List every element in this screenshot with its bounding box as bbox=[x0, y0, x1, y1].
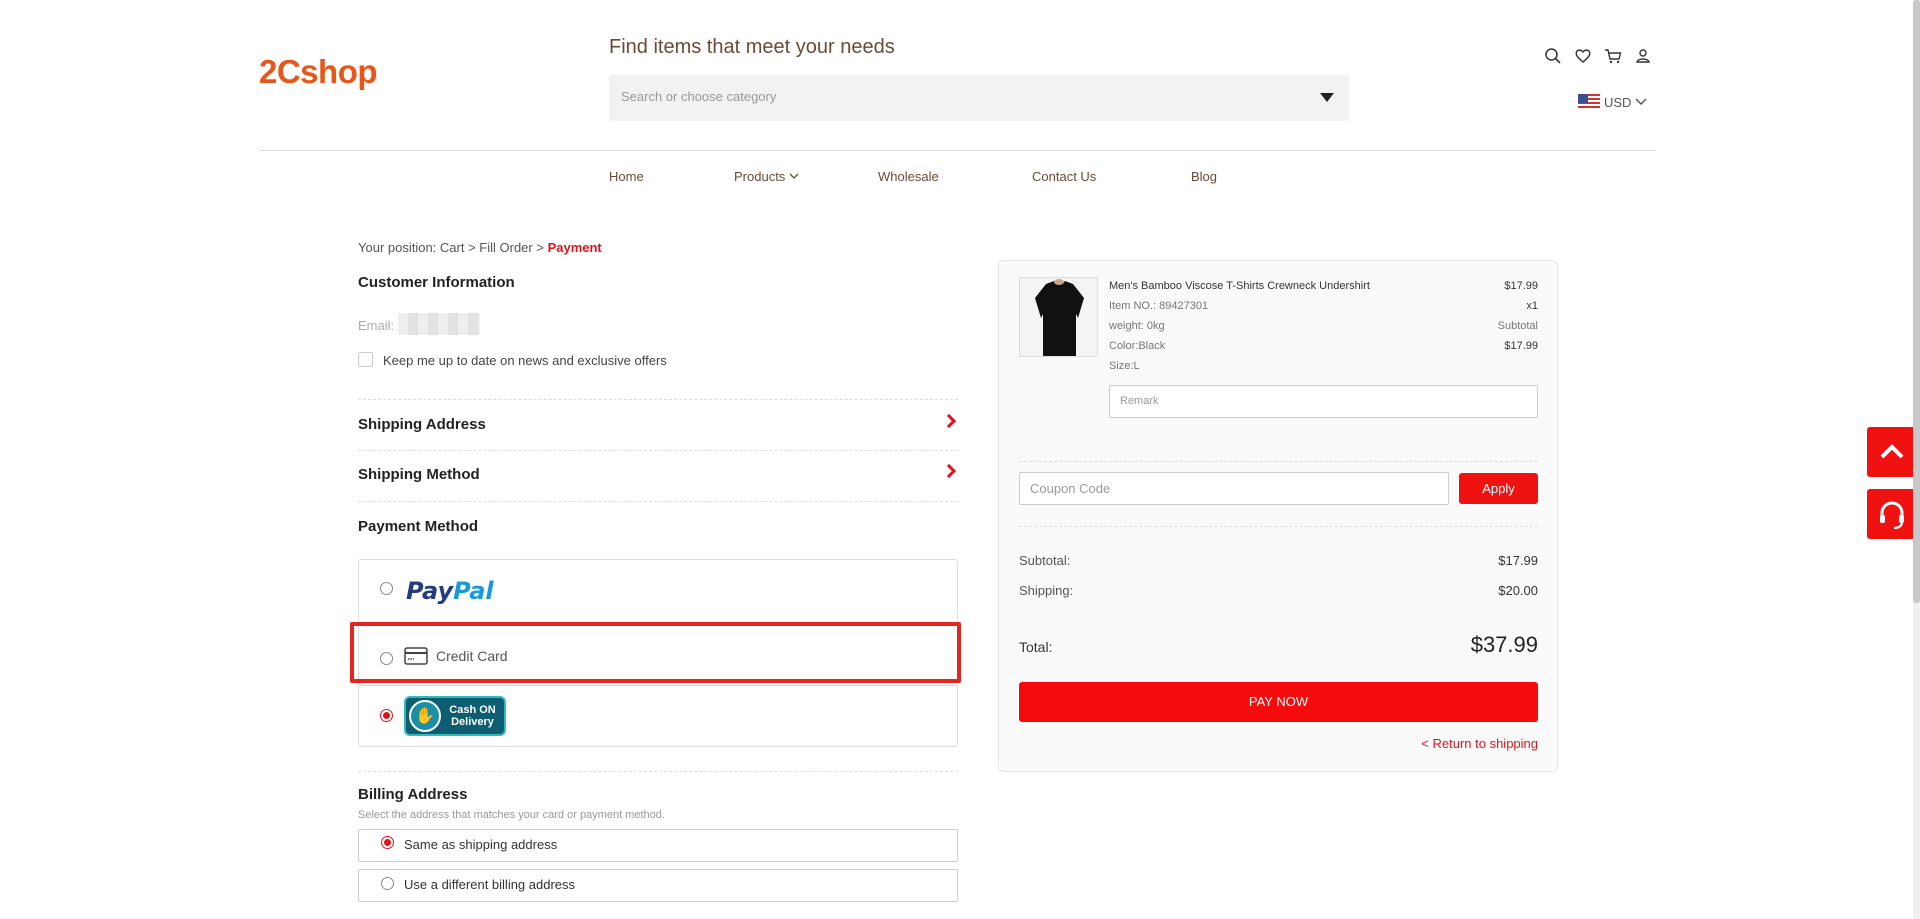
email-value-redacted bbox=[398, 313, 480, 335]
nav-products-label: Products bbox=[734, 169, 786, 184]
header-icons bbox=[1544, 47, 1652, 65]
divider bbox=[358, 771, 958, 772]
billing-same-label: Same as shipping address bbox=[404, 837, 558, 852]
chevron-up-icon bbox=[1880, 444, 1904, 459]
billing-address-subtitle: Select the address that matches your car… bbox=[358, 809, 665, 821]
tshirt-icon bbox=[1020, 278, 1097, 356]
product-subtotal-label: Subtotal bbox=[1497, 320, 1538, 332]
nav-blog[interactable]: Blog bbox=[1191, 169, 1217, 184]
summary-shipping-value: $20.00 bbox=[1498, 583, 1538, 598]
cash-on-delivery-logo[interactable]: ✋ Cash ON Delivery bbox=[404, 696, 506, 736]
headset-icon bbox=[1880, 501, 1904, 529]
product-name[interactable]: Men's Bamboo Viscose T-Shirts Crewneck U… bbox=[1109, 280, 1370, 292]
product-qty: x1 bbox=[1526, 300, 1538, 312]
paypal-radio[interactable] bbox=[380, 582, 393, 595]
newsletter-checkbox[interactable] bbox=[358, 352, 373, 367]
coupon-placeholder: Coupon Code bbox=[1030, 481, 1111, 496]
currency-label: USD bbox=[1604, 94, 1632, 110]
paypal-logo-text-b: Pal bbox=[453, 577, 494, 605]
billing-same-radio[interactable] bbox=[381, 836, 394, 849]
chevron-right-icon bbox=[941, 463, 957, 479]
cod-radio[interactable] bbox=[380, 709, 393, 722]
shipping-address-title: Shipping Address bbox=[358, 416, 486, 433]
return-to-shipping-link[interactable]: < Return to shipping bbox=[1421, 736, 1538, 751]
customer-info-title: Customer Information bbox=[358, 274, 515, 291]
nav-home[interactable]: Home bbox=[609, 169, 644, 184]
product-price: $17.99 bbox=[1504, 280, 1538, 292]
billing-different-option[interactable]: Use a different billing address bbox=[358, 869, 958, 902]
product-size: Size:L bbox=[1109, 360, 1140, 372]
divider bbox=[358, 501, 958, 502]
scrollbar[interactable] bbox=[1913, 0, 1920, 919]
breadcrumb: Your position: Cart > Fill Order > Payme… bbox=[358, 240, 602, 255]
billing-address-title: Billing Address bbox=[358, 786, 468, 803]
billing-different-label: Use a different billing address bbox=[404, 877, 576, 892]
checkout-page: 2Cshop Find items that meet your needs S… bbox=[0, 0, 1920, 919]
search-input[interactable]: Search or choose category bbox=[609, 75, 1349, 121]
total-value: $37.99 bbox=[1470, 632, 1538, 657]
breadcrumb-current: Payment bbox=[547, 240, 602, 255]
coupon-input[interactable]: Coupon Code bbox=[1019, 472, 1449, 505]
search-placeholder: Search or choose category bbox=[621, 89, 777, 104]
header-tagline: Find items that meet your needs bbox=[609, 36, 895, 58]
cod-text: Cash ON Delivery bbox=[441, 704, 504, 728]
category-dropdown-icon[interactable] bbox=[1320, 93, 1334, 102]
product-subtotal-value: $17.99 bbox=[1504, 340, 1538, 352]
product-item-no: Item NO.: 89427301 bbox=[1109, 300, 1209, 312]
scroll-to-top-button[interactable] bbox=[1867, 427, 1917, 477]
us-flag-icon bbox=[1578, 94, 1600, 110]
cart-icon[interactable] bbox=[1604, 47, 1622, 65]
chevron-down-icon bbox=[1635, 98, 1647, 105]
payment-method-title: Payment Method bbox=[358, 518, 479, 535]
product-thumbnail[interactable] bbox=[1019, 277, 1098, 357]
shipping-method-title: Shipping Method bbox=[358, 466, 480, 483]
nav-contact-us[interactable]: Contact Us bbox=[1032, 169, 1096, 184]
remark-input[interactable]: Remark bbox=[1109, 385, 1538, 418]
paypal-logo[interactable]: PayPal bbox=[406, 577, 494, 605]
email-label: Email: bbox=[358, 318, 395, 333]
shipping-address-row[interactable]: Shipping Address bbox=[358, 400, 958, 450]
divider bbox=[1019, 461, 1538, 462]
search-icon[interactable] bbox=[1544, 47, 1562, 65]
billing-different-radio[interactable] bbox=[381, 877, 394, 890]
nav-products[interactable]: Products bbox=[734, 169, 799, 184]
nav-wholesale[interactable]: Wholesale bbox=[878, 169, 939, 184]
product-weight: weight: 0kg bbox=[1109, 320, 1165, 332]
cod-line2: Delivery bbox=[451, 716, 494, 728]
remark-placeholder: Remark bbox=[1120, 395, 1159, 407]
summary-shipping-label: Shipping: bbox=[1019, 583, 1074, 598]
total-label: Total: bbox=[1019, 639, 1053, 655]
cod-line1: Cash ON bbox=[449, 704, 496, 716]
currency-selector[interactable]: USD bbox=[1578, 94, 1647, 110]
chevron-right-icon bbox=[941, 413, 957, 429]
heart-icon[interactable] bbox=[1574, 47, 1592, 65]
breadcrumb-path[interactable]: Your position: Cart > Fill Order > bbox=[358, 240, 548, 255]
cash-hand-icon: ✋ bbox=[409, 700, 441, 732]
shipping-method-row[interactable]: Shipping Method bbox=[358, 450, 958, 500]
customer-support-button[interactable] bbox=[1867, 489, 1917, 539]
site-logo[interactable]: 2Cshop bbox=[259, 53, 378, 91]
header-divider bbox=[259, 150, 1656, 151]
highlight-box bbox=[350, 622, 961, 683]
pay-now-button[interactable]: PAY NOW bbox=[1019, 682, 1538, 722]
divider bbox=[1019, 526, 1538, 527]
chevron-down-icon bbox=[789, 173, 799, 179]
billing-same-option[interactable]: Same as shipping address bbox=[358, 829, 958, 862]
newsletter-label[interactable]: Keep me up to date on news and exclusive… bbox=[383, 353, 667, 368]
product-color: Color:Black bbox=[1109, 340, 1166, 352]
summary-subtotal-value: $17.99 bbox=[1498, 553, 1538, 568]
paypal-logo-text-a: Pay bbox=[406, 577, 454, 605]
summary-subtotal-label: Subtotal: bbox=[1019, 553, 1071, 568]
user-icon[interactable] bbox=[1634, 47, 1652, 65]
scrollbar-thumb[interactable] bbox=[1913, 0, 1920, 603]
apply-coupon-button[interactable]: Apply bbox=[1459, 473, 1538, 504]
divider bbox=[358, 685, 958, 686]
